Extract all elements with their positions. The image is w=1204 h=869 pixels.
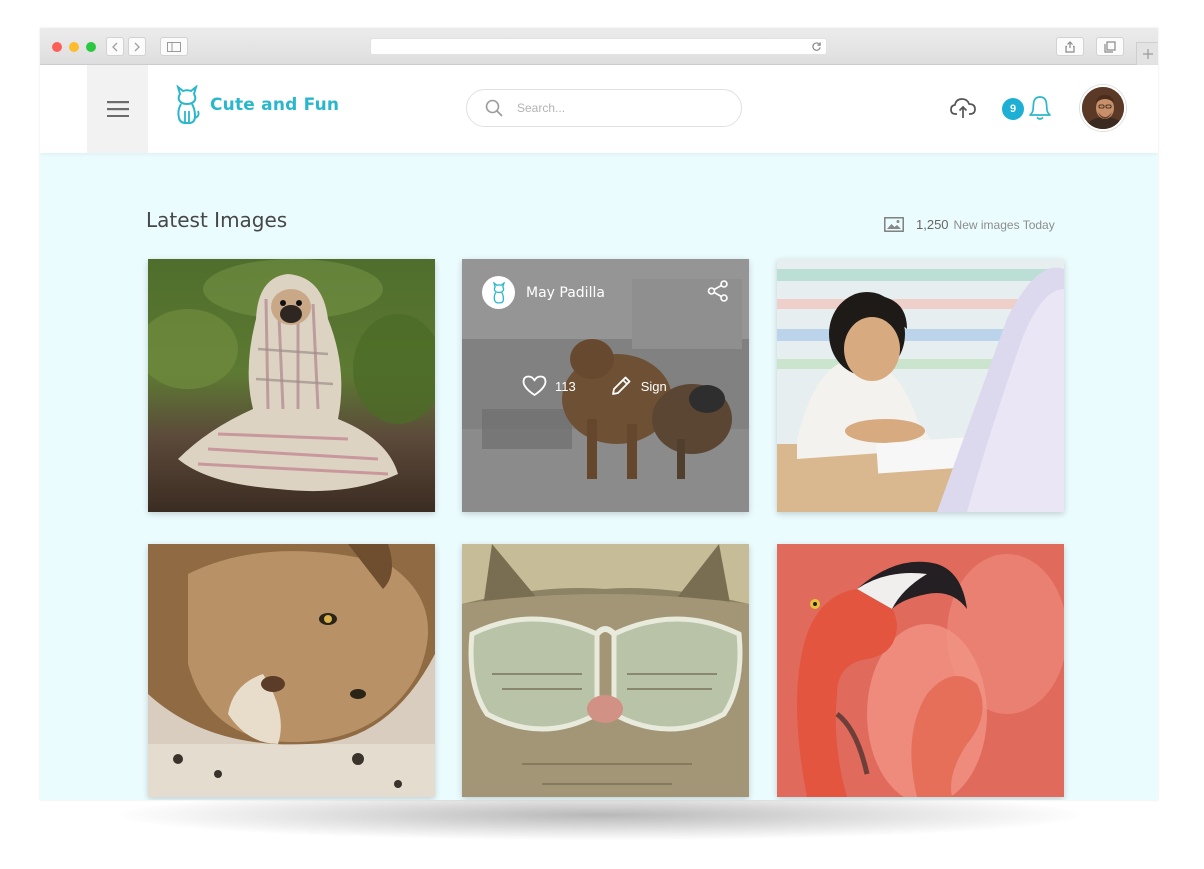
address-bar[interactable] (370, 38, 827, 55)
image-card-pug[interactable] (148, 259, 435, 512)
image-card-cat[interactable] (462, 544, 749, 797)
tabs-icon (1104, 40, 1116, 53)
plus-icon (1142, 49, 1153, 59)
share-page-button[interactable] (1056, 37, 1084, 56)
image-card-dogs[interactable]: May Padilla 113 Sign (462, 259, 749, 512)
heart-icon (522, 375, 547, 396)
new-images-label: New images Today (953, 217, 1055, 232)
share-icon (707, 280, 728, 302)
forward-button[interactable] (128, 37, 146, 56)
sidebar-icon (167, 41, 181, 52)
search-icon (485, 99, 503, 117)
flamingo-photo (777, 544, 1064, 797)
bell-icon (1029, 96, 1051, 120)
user-photo (1082, 87, 1124, 129)
reload-icon[interactable] (811, 41, 822, 52)
menu-icon (106, 101, 129, 117)
new-tab-button[interactable] (1136, 42, 1158, 65)
notification-count-badge: 9 (1002, 98, 1024, 120)
author-avatar (482, 276, 515, 309)
menu-button[interactable] (87, 65, 148, 153)
upload-button[interactable] (950, 97, 976, 124)
close-window-button[interactable] (52, 42, 62, 52)
card-author[interactable]: May Padilla (482, 276, 605, 309)
sign-label: Sign (640, 378, 667, 394)
cat-photo (462, 544, 749, 797)
card-actions: 113 Sign (522, 375, 667, 397)
image-card-flamingo[interactable] (777, 544, 1064, 797)
new-images-count: 1,250 (916, 217, 949, 232)
lion-photo (148, 544, 435, 797)
sidebar-toggle-button[interactable] (160, 37, 188, 56)
sign-button[interactable]: Sign (610, 375, 667, 397)
back-button[interactable] (106, 37, 124, 56)
cat-logo-icon (176, 85, 200, 124)
minimize-window-button[interactable] (69, 42, 79, 52)
image-card-lion[interactable] (148, 544, 435, 797)
cat-avatar-icon (492, 281, 505, 304)
child-photo (777, 259, 1064, 512)
upload-cloud-icon (950, 98, 976, 118)
new-images-stats: 1,250 New images Today (884, 217, 1055, 232)
chevron-right-icon (134, 42, 140, 51)
share-page-icon (1065, 40, 1075, 53)
maximize-window-button[interactable] (86, 42, 96, 52)
pencil-icon (611, 376, 631, 395)
screenshot-stage: Cute and Fun 9 (0, 0, 1204, 869)
pug-photo (148, 259, 435, 512)
share-button[interactable] (707, 280, 729, 307)
image-card-child[interactable] (777, 259, 1064, 512)
like-button[interactable]: 113 (522, 375, 576, 397)
image-icon (884, 217, 904, 232)
like-count: 113 (555, 378, 576, 394)
search-input[interactable] (517, 101, 707, 115)
search-box[interactable] (466, 89, 742, 127)
card-hover-overlay: May Padilla 113 Sign (462, 259, 749, 512)
author-name: May Padilla (526, 284, 605, 301)
tabs-overview-button[interactable] (1096, 37, 1124, 56)
browser-window: Cute and Fun 9 (40, 28, 1158, 800)
browser-toolbar (40, 28, 1158, 65)
notifications-button[interactable] (1028, 95, 1052, 126)
section-title: Latest Images (146, 208, 288, 232)
app-header: Cute and Fun 9 (40, 65, 1158, 153)
brand-name: Cute and Fun (210, 95, 340, 115)
user-avatar[interactable] (1080, 85, 1126, 131)
chevron-left-icon (112, 42, 118, 51)
brand-logo[interactable]: Cute and Fun (174, 85, 339, 125)
